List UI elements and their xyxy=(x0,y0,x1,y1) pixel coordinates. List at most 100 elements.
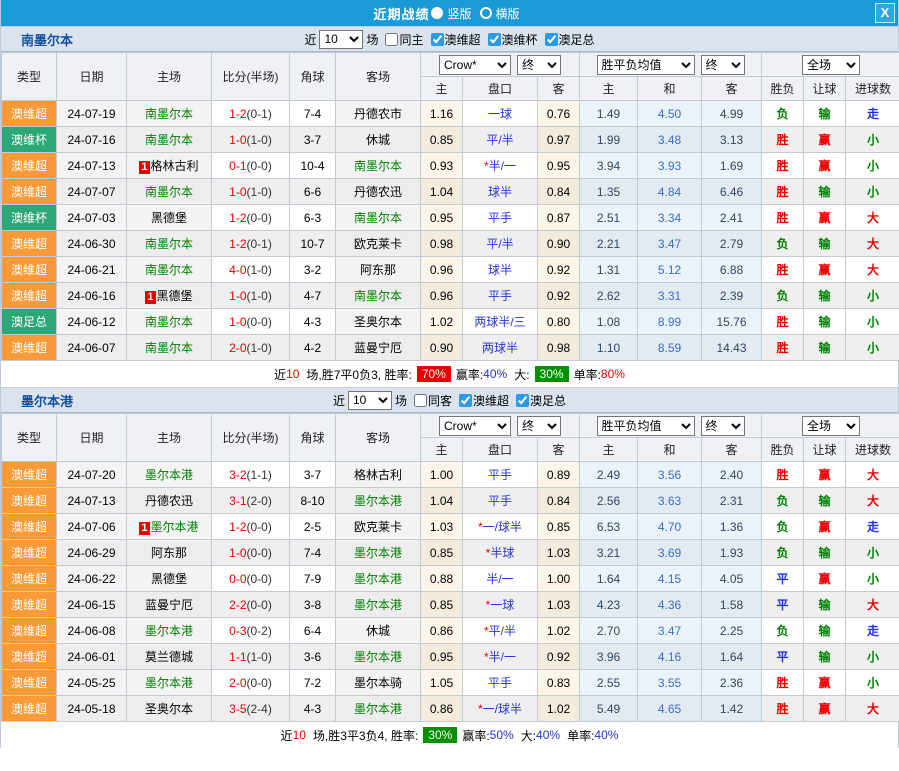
scope-select[interactable]: 全场 xyxy=(802,55,860,75)
same-venue-checkbox[interactable] xyxy=(385,33,398,46)
goals-result-cell: 小 xyxy=(846,566,899,592)
col-score-header: 比分(半场) xyxy=(212,414,290,462)
vertical-layout-radio[interactable] xyxy=(431,7,443,19)
away-odds-cell: 0.92 xyxy=(538,257,580,283)
date-cell: 24-06-12 xyxy=(57,309,127,335)
win-avg-cell: 2.70 xyxy=(580,618,638,644)
col-date-header: 日期 xyxy=(57,414,127,462)
result-cell: 负 xyxy=(762,618,804,644)
draw-avg-cell: 4.84 xyxy=(638,179,702,205)
odds-source-select[interactable]: Crow* xyxy=(439,416,511,436)
home-team-name: 莫兰德城 xyxy=(145,650,193,664)
league-checkbox[interactable] xyxy=(431,33,444,46)
handicap-cell: 平/半 xyxy=(463,231,538,257)
home-team-cell: 黑德堡 xyxy=(127,566,212,592)
wdl-state-select[interactable]: 终 xyxy=(701,416,745,436)
goals-result-cell: 小 xyxy=(846,283,899,309)
odds-state-select[interactable]: 终 xyxy=(517,416,561,436)
away-team-name: 丹德农迅 xyxy=(354,185,402,199)
goals-result-cell: 大 xyxy=(846,488,899,514)
score-cell: 1-1(1-0) xyxy=(212,644,290,670)
result-cell: 胜 xyxy=(762,257,804,283)
result-cell: 平 xyxy=(762,644,804,670)
home-team-name: 圣奥尔本 xyxy=(145,702,193,716)
odds-source-select[interactable]: Crow* xyxy=(439,55,511,75)
home-team-cell: 莫兰德城 xyxy=(127,644,212,670)
win-avg-cell: 3.21 xyxy=(580,540,638,566)
lose-avg-cell: 1.36 xyxy=(702,514,762,540)
draw-avg-cell: 3.48 xyxy=(638,127,702,153)
league-checkbox[interactable] xyxy=(516,394,529,407)
handicap-result-cell: 输 xyxy=(804,231,846,257)
handicap-name: 球半 xyxy=(488,185,512,199)
corner-cell: 3-6 xyxy=(290,644,336,670)
same-venue-checkbox[interactable] xyxy=(414,394,427,407)
wdl-source-select[interactable]: 胜平负均值 xyxy=(597,416,695,436)
league-type-cell: 澳维超 xyxy=(2,592,57,618)
half-score: (0-0) xyxy=(247,598,272,612)
scope-select[interactable]: 全场 xyxy=(802,416,860,436)
league-checkbox[interactable] xyxy=(459,394,472,407)
lose-avg-cell: 2.31 xyxy=(702,488,762,514)
handicap-result-cell: 输 xyxy=(804,592,846,618)
recent-results-dialog: 近期战绩 竖版 横版 X 南墨尔本近10场同主澳维超澳维杯澳足总类型日期主场比分… xyxy=(0,0,899,748)
home-team-name: 丹德农迅 xyxy=(145,494,193,508)
half-score: (1-0) xyxy=(247,289,272,303)
handicap-name: 两球半/三 xyxy=(474,315,525,329)
close-icon[interactable]: X xyxy=(875,3,895,23)
same-venue-filter[interactable]: 同客 xyxy=(407,392,452,409)
league-label: 澳维超 xyxy=(473,392,509,409)
full-score: 1-0 xyxy=(229,315,246,329)
horizontal-layout-label[interactable]: 横版 xyxy=(496,5,520,22)
horizontal-layout-radio[interactable] xyxy=(480,7,492,19)
recent-count-select[interactable]: 10 xyxy=(348,391,392,410)
league-checkbox[interactable] xyxy=(488,33,501,46)
handicap-cell: 平手 xyxy=(463,462,538,488)
league-type-cell: 澳维杯 xyxy=(2,205,57,231)
draw-avg-cell: 3.69 xyxy=(638,540,702,566)
vertical-layout-label[interactable]: 竖版 xyxy=(447,5,471,22)
goals-result-cell: 小 xyxy=(846,644,899,670)
home-odds-cell: 1.02 xyxy=(421,309,463,335)
away-team-name: 南墨尔本 xyxy=(354,159,402,173)
win-avg-cell: 2.55 xyxy=(580,670,638,696)
wdl-state-select[interactable]: 终 xyxy=(701,55,745,75)
recent-count-select[interactable]: 10 xyxy=(319,30,363,49)
away-odds-cell: 1.03 xyxy=(538,592,580,618)
same-venue-filter[interactable]: 同主 xyxy=(378,31,423,48)
summary-segment: 场,胜3平3负4, 胜率: xyxy=(313,727,418,744)
league-label: 澳足总 xyxy=(530,392,566,409)
win-avg-cell: 2.51 xyxy=(580,205,638,231)
home-team-name: 墨尔本港 xyxy=(145,676,193,690)
handicap-cell: *一/球半 xyxy=(463,696,538,722)
away-team-name: 丹德农市 xyxy=(354,107,402,121)
handicap-result-cell: 输 xyxy=(804,335,846,361)
league-filter[interactable]: 澳维超 xyxy=(452,392,509,409)
handicap-cell: *半/一 xyxy=(463,644,538,670)
date-cell: 24-06-15 xyxy=(57,592,127,618)
handicap-name: 一球 xyxy=(490,598,514,612)
away-team-cell: 丹德农市 xyxy=(336,101,421,127)
matches-table: 类型日期主场比分(半场)角球客场Crow*终胜平负均值终全场主盘口客主和客胜负让… xyxy=(1,413,899,722)
league-filter[interactable]: 澳足总 xyxy=(509,392,566,409)
handicap-result-subheader: 让球 xyxy=(804,438,846,462)
filter-bar: 近10场同客澳维超澳足总 xyxy=(333,391,566,410)
full-score: 2-0 xyxy=(229,341,246,355)
away-team-name: 墨尔本港 xyxy=(354,546,402,560)
league-filter[interactable]: 澳维杯 xyxy=(481,31,538,48)
handicap-cell: 两球半/三 xyxy=(463,309,538,335)
odds-state-select[interactable]: 终 xyxy=(517,55,561,75)
league-checkbox[interactable] xyxy=(545,33,558,46)
league-filter[interactable]: 澳维超 xyxy=(424,31,481,48)
away-odds-cell: 0.98 xyxy=(538,335,580,361)
half-score: (0-0) xyxy=(247,572,272,586)
wdl-source-select[interactable]: 胜平负均值 xyxy=(597,55,695,75)
home-odds-cell: 1.03 xyxy=(421,514,463,540)
away-odds-cell: 0.83 xyxy=(538,670,580,696)
result-cell: 胜 xyxy=(762,670,804,696)
home-team-cell: 南墨尔本 xyxy=(127,127,212,153)
away-odds-cell: 0.76 xyxy=(538,101,580,127)
handicap-name: 半/一 xyxy=(489,650,516,664)
league-filter[interactable]: 澳足总 xyxy=(538,31,595,48)
away-team-cell: 南墨尔本 xyxy=(336,283,421,309)
